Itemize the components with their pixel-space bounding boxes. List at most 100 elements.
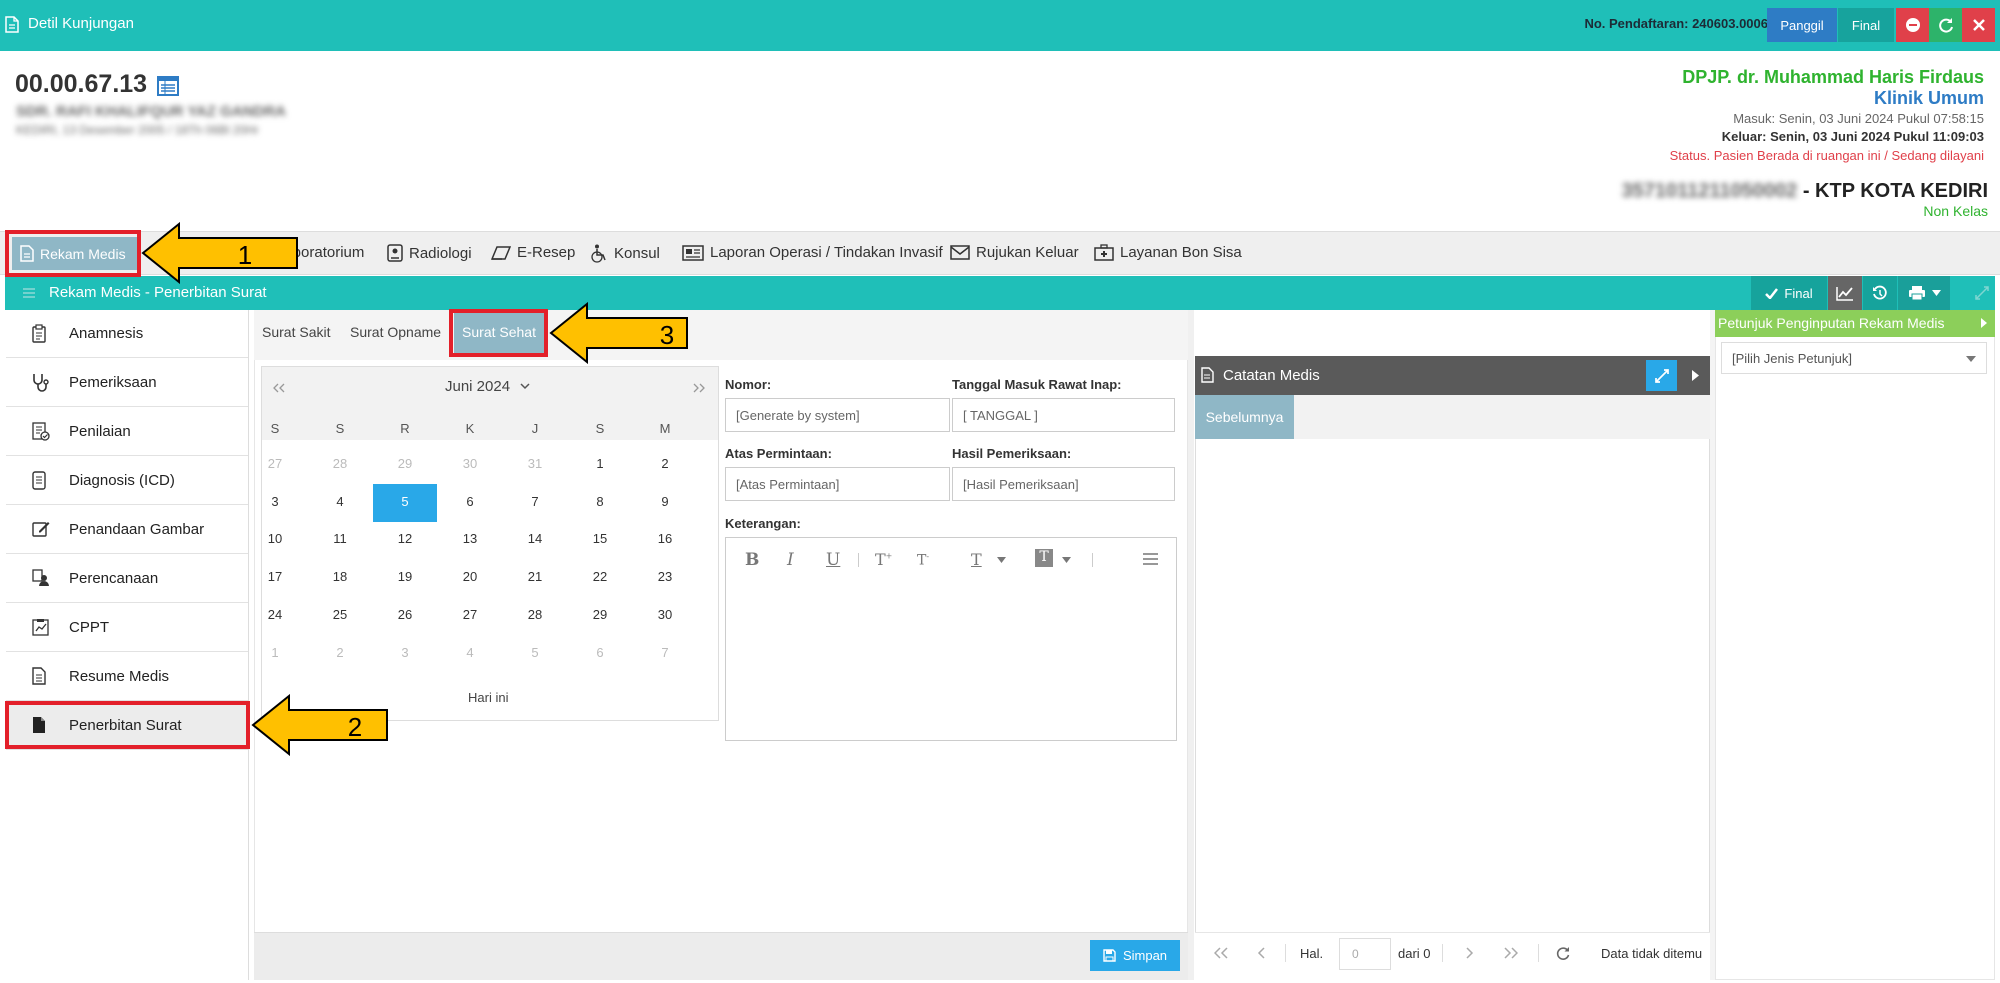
next-year-icon[interactable] — [693, 383, 705, 393]
nav-laporan-operasi[interactable]: Laporan Operasi / Tindakan Invasif — [682, 244, 943, 261]
nav-rujukan-keluar[interactable]: Rujukan Keluar — [950, 244, 1079, 261]
expand-button[interactable] — [1965, 276, 1999, 310]
calendar-day[interactable]: 19 — [373, 569, 437, 584]
caret-right-icon[interactable] — [1692, 370, 1699, 381]
calendar-day[interactable]: 27 — [243, 456, 307, 471]
tab-surat-opname[interactable]: Surat Opname — [350, 324, 441, 340]
nav-layanan-bon-sisa[interactable]: Layanan Bon Sisa — [1094, 244, 1242, 261]
calendar-day[interactable]: 6 — [568, 645, 632, 660]
nomor-input[interactable]: [Generate by system] — [725, 398, 950, 432]
menu-penandaan-gambar[interactable]: Penandaan Gambar — [6, 506, 248, 554]
caret-right-icon[interactable] — [1981, 318, 1987, 328]
page-input[interactable]: 0 — [1339, 938, 1391, 970]
calendar-day[interactable]: 6 — [438, 494, 502, 509]
menu-perencanaan[interactable]: Perencanaan — [6, 555, 248, 603]
calendar-day[interactable]: 26 — [373, 607, 437, 622]
history-button[interactable] — [1863, 276, 1897, 310]
menu-anamnesis[interactable]: Anamnesis — [6, 310, 248, 358]
maximize-button[interactable] — [1646, 360, 1677, 391]
calendar-day[interactable]: 31 — [503, 456, 567, 471]
tab-surat-sakit[interactable]: Surat Sakit — [262, 324, 330, 340]
calendar-day[interactable]: 7 — [633, 645, 697, 660]
next-page-icon[interactable] — [1466, 947, 1474, 959]
calendar-day[interactable]: 12 — [373, 531, 437, 546]
calendar-day[interactable]: 11 — [308, 531, 372, 546]
first-page-icon[interactable] — [1214, 947, 1228, 959]
save-button[interactable]: Simpan — [1090, 940, 1180, 971]
calendar-day[interactable]: 2 — [308, 645, 372, 660]
calendar-day[interactable]: 5 — [503, 645, 567, 660]
calendar-day[interactable]: 3 — [243, 494, 307, 509]
bold-icon[interactable]: B — [745, 550, 759, 570]
calendar-day[interactable]: 21 — [503, 569, 567, 584]
text-color-icon[interactable]: T — [971, 550, 982, 569]
align-icon[interactable] — [1143, 553, 1158, 565]
call-button[interactable]: Panggil — [1767, 8, 1837, 42]
nav-e-resep[interactable]: E-Resep — [491, 244, 575, 261]
calendar-day[interactable]: 1 — [568, 456, 632, 471]
tanggal-input[interactable]: [ TANGGAL ] — [952, 398, 1175, 432]
calendar-day[interactable]: 14 — [503, 531, 567, 546]
calendar-day-selected[interactable]: 5 — [373, 483, 437, 522]
calendar-day[interactable]: 29 — [568, 607, 632, 622]
menu-resume-medis[interactable]: Resume Medis — [6, 653, 248, 701]
prev-page-icon[interactable] — [1257, 947, 1265, 959]
calendar-day[interactable]: 18 — [308, 569, 372, 584]
menu-diagnosis[interactable]: Diagnosis (ICD) — [6, 457, 248, 505]
highlight-icon[interactable]: T — [1035, 549, 1053, 567]
calendar-day[interactable]: 24 — [243, 607, 307, 622]
calendar-day[interactable]: 2 — [633, 456, 697, 471]
menu-pemeriksaan[interactable]: Pemeriksaan — [6, 359, 248, 407]
permintaan-input[interactable]: [Atas Permintaan] — [725, 467, 950, 501]
calendar-day[interactable]: 27 — [438, 607, 502, 622]
nav-konsul[interactable]: Konsul — [590, 244, 660, 263]
subscript-icon[interactable]: T- — [917, 552, 929, 569]
calendar-day[interactable]: 13 — [438, 531, 502, 546]
chart-button[interactable] — [1828, 276, 1862, 310]
calendar-day[interactable]: 30 — [438, 456, 502, 471]
calendar-day[interactable]: 8 — [568, 494, 632, 509]
menu-cppt[interactable]: CPPT — [6, 604, 248, 652]
petunjuk-select[interactable]: [Pilih Jenis Petunjuk] — [1721, 342, 1987, 374]
calendar-day[interactable]: 20 — [438, 569, 502, 584]
menu-penilaian[interactable]: Penilaian — [6, 408, 248, 456]
calendar-day[interactable]: 3 — [373, 645, 437, 660]
refresh-button[interactable] — [1929, 8, 1962, 42]
refresh-icon[interactable] — [1556, 946, 1570, 960]
calendar-day[interactable]: 25 — [308, 607, 372, 622]
calendar-month[interactable]: Juni 2024 — [445, 378, 530, 395]
italic-icon[interactable]: I — [787, 550, 794, 570]
calendar-day[interactable]: 28 — [503, 607, 567, 622]
last-page-icon[interactable] — [1504, 947, 1518, 959]
calendar-day[interactable]: 9 — [633, 494, 697, 509]
final-top-button[interactable]: Final — [1838, 8, 1894, 42]
calendar-day[interactable]: 4 — [438, 645, 502, 660]
calendar-day[interactable]: 17 — [243, 569, 307, 584]
record-list-icon[interactable] — [157, 76, 179, 96]
prev-year-icon[interactable] — [273, 383, 285, 393]
today-link[interactable]: Hari ini — [468, 690, 508, 705]
calendar-day[interactable]: 10 — [243, 531, 307, 546]
calendar-day[interactable]: 29 — [373, 456, 437, 471]
calendar-day[interactable]: 22 — [568, 569, 632, 584]
hasil-input[interactable]: [Hasil Pemeriksaan] — [952, 467, 1175, 501]
calendar-day[interactable]: 28 — [308, 456, 372, 471]
final-button[interactable]: Final — [1751, 276, 1827, 310]
superscript-icon[interactable]: T+ — [875, 550, 892, 569]
tab-sebelumnya[interactable]: Sebelumnya — [1195, 395, 1294, 439]
nav-radiologi[interactable]: Radiologi — [387, 244, 472, 262]
calendar-day[interactable]: 16 — [633, 531, 697, 546]
calendar-day[interactable]: 7 — [503, 494, 567, 509]
calendar-day[interactable]: 4 — [308, 494, 372, 509]
close-button[interactable] — [1962, 8, 1995, 42]
caret-down-icon — [997, 557, 1006, 563]
calendar-day[interactable]: 15 — [568, 531, 632, 546]
stop-button[interactable] — [1896, 8, 1929, 42]
panel-splitter[interactable] — [1188, 310, 1194, 980]
underline-icon[interactable]: U — [826, 550, 840, 570]
calendar-day[interactable]: 30 — [633, 607, 697, 622]
calendar-day[interactable]: 23 — [633, 569, 697, 584]
print-dropdown-button[interactable] — [1898, 276, 1950, 310]
caret-down-icon — [1062, 557, 1071, 563]
calendar-day[interactable]: 1 — [243, 645, 307, 660]
